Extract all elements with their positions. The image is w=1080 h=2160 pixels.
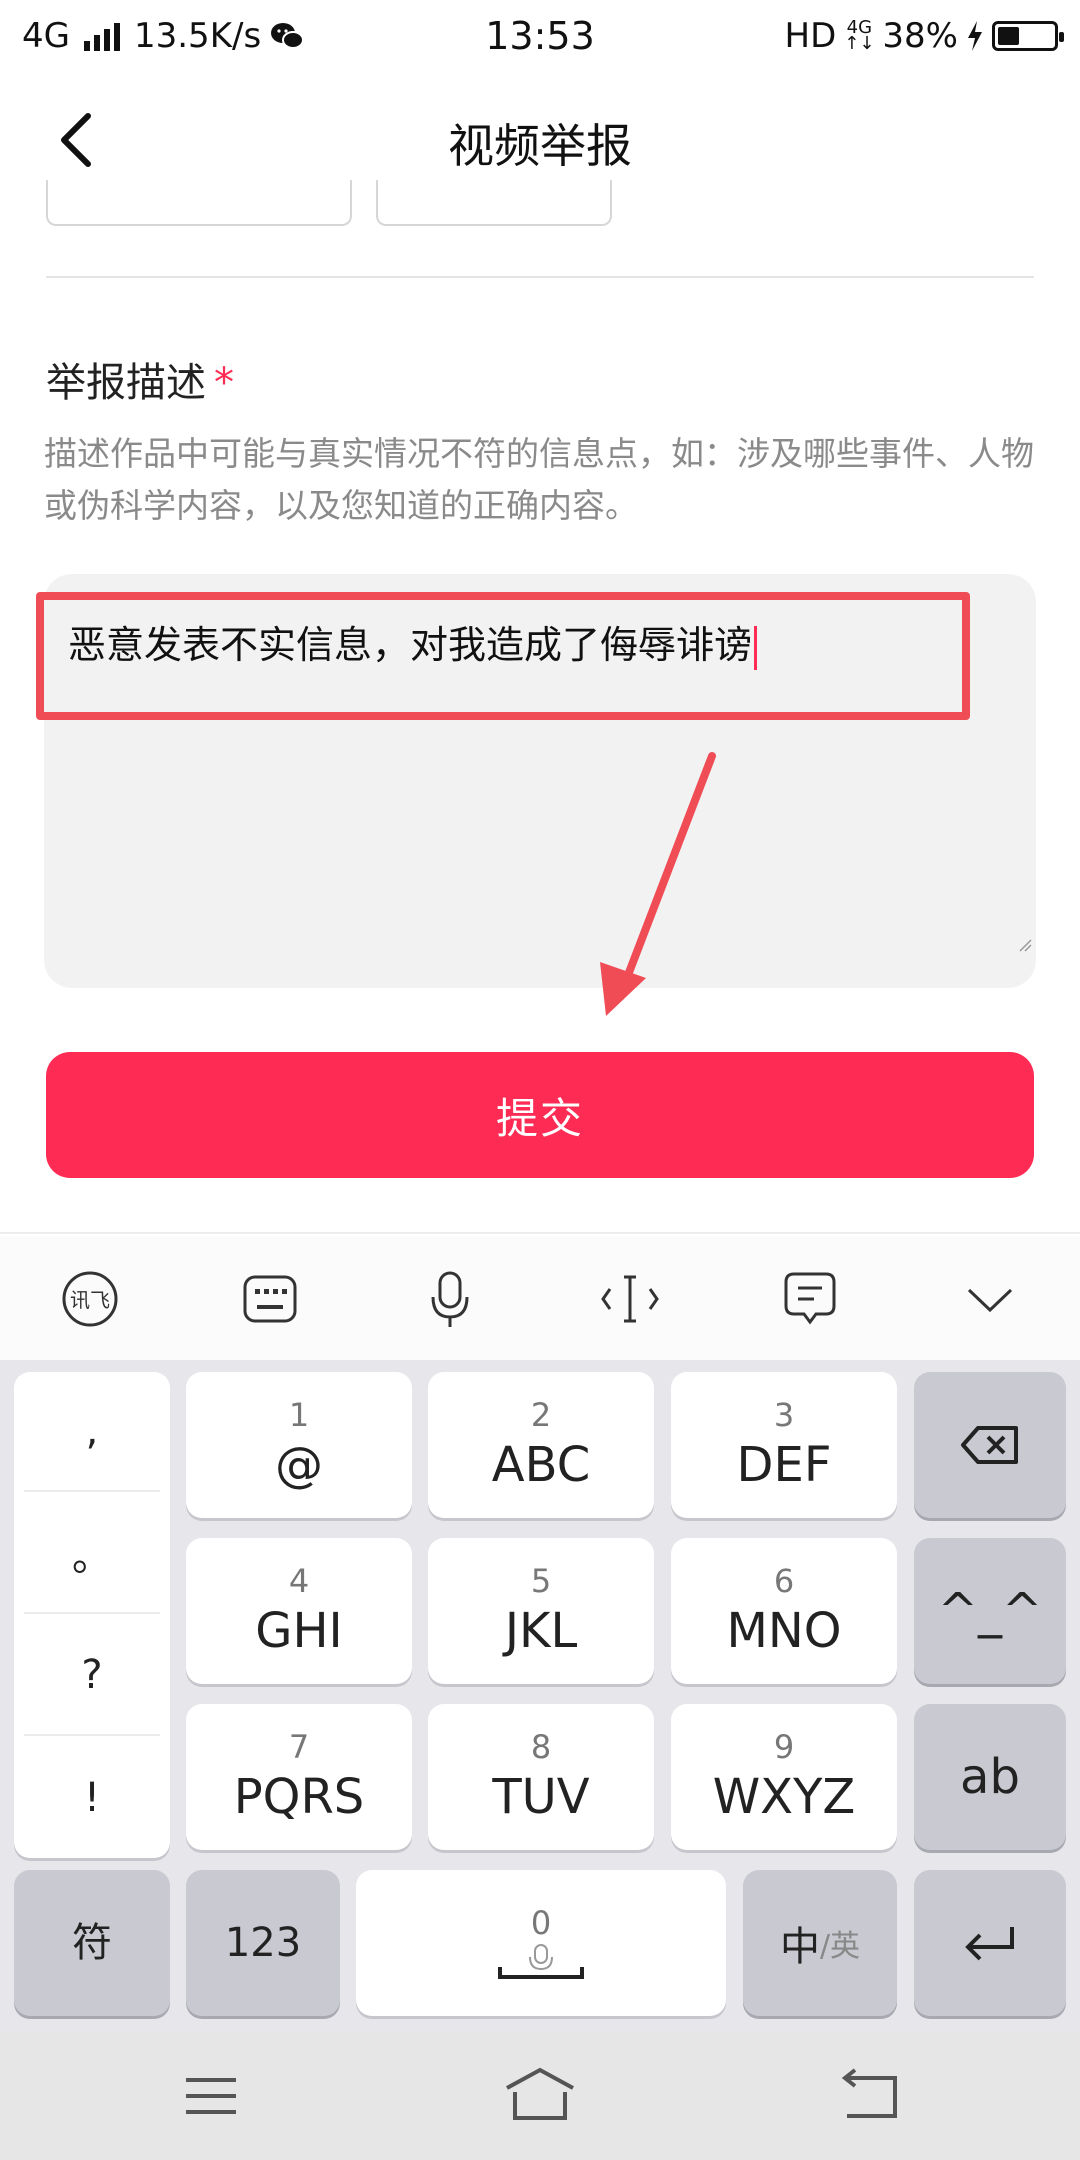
key-2[interactable]: 2 ABC (428, 1372, 654, 1518)
backspace-icon (961, 1426, 1018, 1464)
punct-key-period[interactable]: 。 (24, 1494, 160, 1614)
punct-key-exclaim[interactable]: ! (24, 1738, 160, 1858)
battery-icon (992, 21, 1064, 51)
collapse-chevron-icon[interactable] (955, 1264, 1025, 1334)
language-switch-key[interactable]: 中/英 (743, 1870, 897, 2016)
app-header: 视频举报 (0, 90, 1080, 190)
keyboard-toolbar: 讯飞 (0, 1236, 1080, 1360)
key-8[interactable]: 8 TUV (428, 1704, 654, 1850)
page-title: 视频举报 (448, 119, 632, 173)
punctuation-column: , 。 ? ! (14, 1372, 170, 1858)
battery-percent: 38% (882, 16, 958, 56)
backspace-key[interactable] (914, 1372, 1066, 1518)
keyboard: , 。 ? ! 1 @ 2 ABC 3 DEF 4 GHI 5 JKL 6 MNO ^_^ … (0, 1360, 1080, 2032)
enter-icon (965, 1927, 1014, 1961)
key-7[interactable]: 7 PQRS (186, 1704, 412, 1850)
system-nav-bar (0, 2032, 1080, 2160)
divider (46, 276, 1034, 278)
annotation-highlight-box (36, 592, 970, 720)
ab-key[interactable]: ab (914, 1704, 1066, 1850)
punct-key-question[interactable]: ? (24, 1616, 160, 1736)
partial-input-left[interactable] (46, 180, 352, 226)
clipboard-icon[interactable] (775, 1264, 845, 1334)
back-nav-icon[interactable] (825, 2064, 915, 2128)
annotation-arrow-icon (600, 752, 716, 1016)
submit-button[interactable]: 提交 (46, 1052, 1034, 1178)
svg-text:讯飞: 讯飞 (70, 1288, 110, 1312)
enter-key[interactable] (914, 1870, 1066, 2016)
cursor-move-icon[interactable] (595, 1264, 665, 1334)
symbol-key[interactable]: 符 (14, 1870, 170, 2016)
space-mic-icon (498, 1944, 584, 1979)
keyboard-border (0, 1232, 1080, 1234)
partial-input-right[interactable] (376, 180, 612, 226)
microphone-icon[interactable] (415, 1264, 485, 1334)
key-3[interactable]: 3 DEF (671, 1372, 897, 1518)
key-1[interactable]: 1 @ (186, 1372, 412, 1518)
section-title: 举报描述 * (46, 360, 234, 406)
hd-indicator: HD (784, 16, 837, 56)
numeric-key[interactable]: 123 (186, 1870, 340, 2016)
description-hint: 描述作品中可能与真实情况不符的信息点，如：涉及哪些事件、人物或伪科学内容，以及您… (44, 434, 1034, 525)
space-key[interactable]: 0 (356, 1870, 726, 2016)
status-bar: 4G 13.5K/s 13:53 HD 4G ↑↓ 38% (0, 0, 1080, 76)
punct-key-comma[interactable]: , (24, 1372, 160, 1492)
menu-icon[interactable] (166, 2064, 256, 2128)
charging-icon (968, 21, 982, 51)
ifly-logo-icon[interactable]: 讯飞 (55, 1264, 125, 1334)
key-9[interactable]: 9 WXYZ (671, 1704, 897, 1850)
key-4[interactable]: 4 GHI (186, 1538, 412, 1684)
key-5[interactable]: 5 JKL (428, 1538, 654, 1684)
resize-handle-icon[interactable] (1018, 938, 1032, 952)
small-network-icon: 4G ↑↓ (844, 17, 875, 54)
home-icon[interactable] (495, 2064, 585, 2128)
emoticon-key[interactable]: ^_^ (914, 1538, 1066, 1684)
required-mark: * (214, 360, 234, 406)
keyboard-icon[interactable] (235, 1264, 305, 1334)
key-6[interactable]: 6 MNO (671, 1538, 897, 1684)
